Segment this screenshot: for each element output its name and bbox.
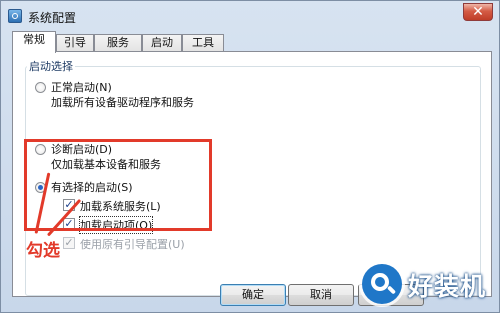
cancel-button[interactable]: 取消 [288, 284, 354, 306]
title-bar[interactable]: 系统配置 ✕ [1, 1, 499, 31]
tab-tools[interactable]: 工具 [182, 34, 224, 52]
watermark: 好装机 [356, 258, 500, 313]
watermark-text: 好装机 [408, 272, 487, 301]
ok-button[interactable]: 确定 [220, 284, 286, 306]
highlight-box [24, 139, 212, 231]
window-title: 系统配置 [28, 11, 77, 25]
normal-startup-label[interactable]: 正常启动(N) [51, 79, 112, 95]
close-icon: ✕ [472, 4, 484, 20]
annotation-text: 勾选 [26, 241, 60, 261]
normal-startup-description: 加载所有设备驱动程序和服务 [51, 96, 194, 109]
tab-startup[interactable]: 启动 [142, 34, 182, 52]
use-original-boot-config-checkbox: ✓ [63, 236, 75, 249]
tab-services[interactable]: 服务 [94, 34, 142, 52]
search-logo-icon [362, 264, 402, 304]
close-button[interactable]: ✕ [463, 3, 493, 21]
tab-general[interactable]: 常规 [12, 31, 56, 53]
settings-app-icon [8, 9, 22, 23]
normal-startup-radio[interactable] [35, 82, 46, 93]
group-label: 启动选择 [27, 58, 75, 74]
tab-boot[interactable]: 引导 [56, 34, 94, 52]
use-original-boot-config-label: 使用原有引导配置(U) [80, 238, 185, 251]
